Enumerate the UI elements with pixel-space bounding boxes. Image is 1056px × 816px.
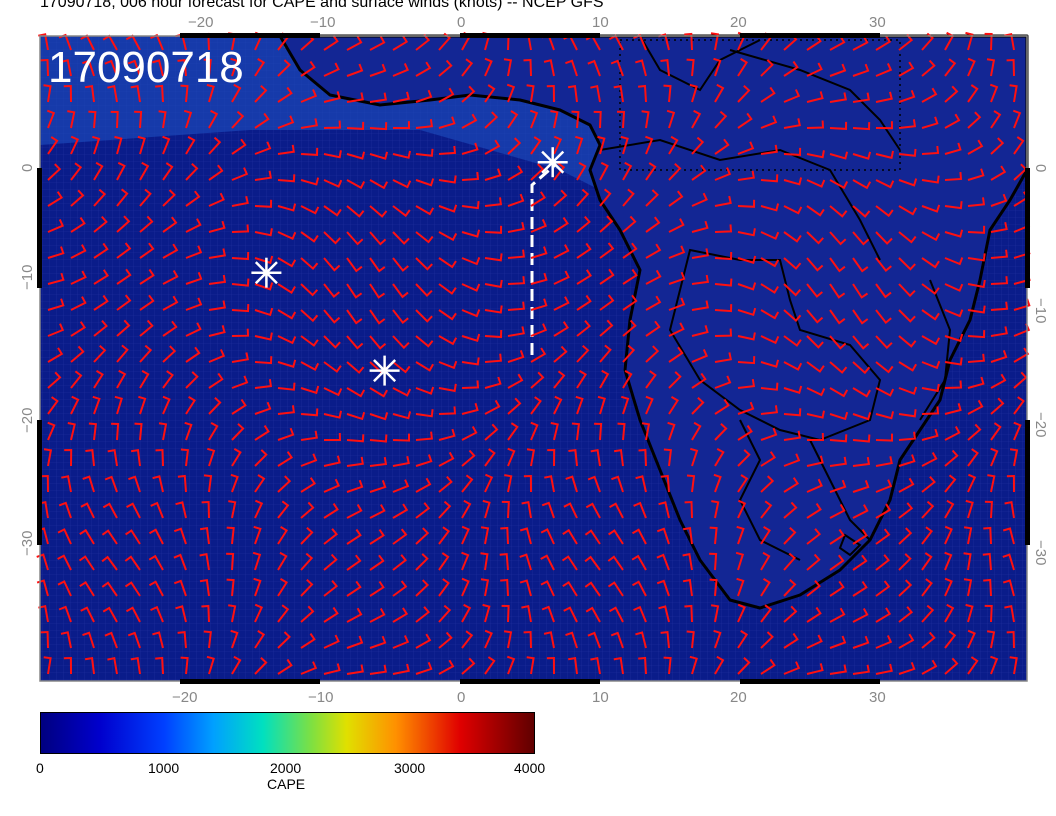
colorbar-tick: 1000 [148,760,180,776]
lon-tick-top: 20 [730,14,747,31]
lon-tick-top: 30 [869,14,886,31]
map-panel: 17090718 −20 −10 0 10 20 30 −20 −10 0 10… [19,14,1049,706]
lat-tick-left: −30 [19,531,36,556]
lon-tick-top: 0 [457,14,465,31]
colorbar-tick: 2000 [270,760,302,776]
lat-tick-right: 0 [1032,164,1049,172]
colorbar-tick: 3000 [394,760,426,776]
colorbar-tick: 0 [36,760,44,776]
colorbar [40,712,535,754]
lat-tick-left: −20 [19,408,36,433]
star-marker [251,257,282,288]
colorbar-label: CAPE [267,776,306,792]
lat-tick-right: −10 [1032,298,1049,323]
lon-tick-bottom: 10 [592,689,609,706]
star-marker [369,355,400,386]
lon-tick-bottom: 30 [869,689,886,706]
star-marker [537,147,568,178]
lat-tick-left: 0 [19,164,36,172]
lon-tick-top: −20 [188,14,213,31]
date-stamp: 17090718 [48,43,244,92]
lon-tick-bottom: 0 [457,689,465,706]
lat-tick-left: −10 [19,265,36,290]
colorbar-tick: 4000 [514,760,546,776]
lon-tick-bottom: −10 [308,689,333,706]
lon-tick-top: 10 [592,14,609,31]
lat-tick-right: −30 [1032,540,1049,565]
lon-tick-top: −10 [310,14,335,31]
lon-tick-bottom: 20 [730,689,747,706]
lat-tick-right: −20 [1032,412,1049,437]
lon-tick-bottom: −20 [172,689,197,706]
